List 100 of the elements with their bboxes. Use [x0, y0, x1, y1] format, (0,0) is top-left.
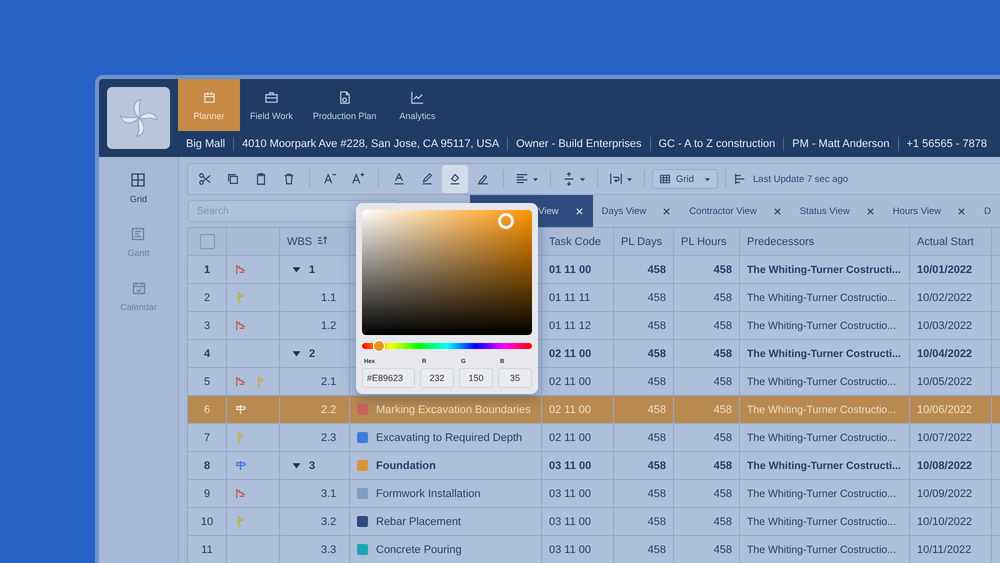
predecessor: The Whiting-Turner Costructio...: [747, 432, 896, 444]
wbs-code: 3: [309, 460, 316, 472]
wbs-code: 2.2: [320, 404, 336, 416]
row-number: 1: [204, 264, 210, 276]
project-info: PM - Matt Anderson: [792, 138, 890, 150]
table-cell: 458: [714, 348, 732, 360]
date-cell: 10/11/2022: [917, 544, 972, 556]
nav-tab[interactable]: Field Work: [240, 79, 303, 131]
table-cell: 458: [714, 488, 732, 500]
task-code: 01 11 12: [549, 320, 592, 332]
table-cell: 458: [714, 264, 732, 276]
task-code: 03 11 00: [549, 488, 592, 500]
project-info: 4010 Moorpark Ave #228, San Jose, CA 95117, USA: [242, 138, 500, 150]
column-header[interactable]: Predecessors: [747, 236, 814, 248]
predecessor: The Whiting-Turner Costructi...: [747, 348, 901, 360]
table-cell: 458: [714, 320, 732, 332]
table-cell: 458: [648, 516, 666, 528]
predecessor: The Whiting-Turner Costructio...: [747, 376, 896, 388]
table-cell: 458: [648, 488, 666, 500]
project-info: Owner - Build Enterprises: [516, 138, 642, 150]
table-cell: 458: [714, 516, 732, 528]
date-cell: 10/07/2022: [917, 432, 972, 444]
task-name: Rebar Placement: [376, 516, 461, 528]
predecessor: The Whiting-Turner Costructi...: [747, 460, 901, 472]
hex-field[interactable]: #E89623: [362, 368, 415, 388]
task-code: 02 11 00: [549, 432, 592, 444]
task-name: Marking Excavation Boundaries: [376, 404, 531, 416]
channel-value-field[interactable]: 150: [459, 368, 493, 388]
table-cell: 458: [714, 432, 732, 444]
table-cell: 458: [648, 292, 666, 304]
table-cell: 458: [714, 460, 732, 472]
date-cell: 10/04/2022: [917, 348, 972, 360]
task-name: Foundation: [376, 460, 436, 472]
project-info: +1 56565 - 7878: [906, 138, 987, 150]
table-cell: 458: [648, 348, 666, 360]
predecessor: The Whiting-Turner Costructio...: [747, 292, 896, 304]
table-cell: 458: [648, 376, 666, 388]
task-name: Excavating to Required Depth: [376, 432, 522, 444]
predecessor: The Whiting-Turner Costructio...: [747, 404, 896, 416]
row-number: 9: [204, 488, 210, 500]
row-number: 3: [204, 320, 210, 332]
column-header[interactable]: WBS: [287, 236, 312, 248]
task-code: 03 11 00: [549, 544, 592, 556]
task-name: Concrete Pouring: [376, 544, 462, 556]
table-cell: 458: [714, 404, 732, 416]
channel-value-field[interactable]: 232: [420, 368, 454, 388]
wbs-code: 1.1: [320, 292, 336, 304]
table-cell: 458: [648, 264, 666, 276]
wbs-code: 1: [309, 264, 316, 276]
predecessor: The Whiting-Turner Costructio...: [747, 516, 896, 528]
view-tab[interactable]: Status View: [790, 195, 884, 227]
table-cell: 458: [714, 376, 732, 388]
wbs-code: 1.2: [320, 320, 336, 332]
date-cell: 10/09/2022: [917, 488, 972, 500]
wbs-code: 3.2: [320, 516, 336, 528]
table-cell: 458: [648, 404, 666, 416]
predecessor: The Whiting-Turner Costructio...: [747, 544, 896, 556]
view-tab[interactable]: Days View: [592, 195, 680, 227]
wbs-code: 2: [309, 348, 316, 360]
row-number: 5: [204, 376, 210, 388]
task-code: 02 11 00: [549, 404, 592, 416]
table-cell: 458: [714, 292, 732, 304]
predecessor: The Whiting-Turner Costructio...: [747, 320, 896, 332]
task-code: 02 11 00: [549, 376, 592, 388]
view-tab[interactable]: Hours View: [884, 195, 976, 227]
date-cell: 10/05/2022: [917, 376, 972, 388]
channel-value-field[interactable]: 35: [498, 368, 532, 388]
task-code: 03 11 00: [549, 460, 592, 472]
predecessor: The Whiting-Turner Costructio...: [747, 488, 896, 500]
date-cell: 10/08/2022: [917, 460, 972, 472]
last-update: Last Update 7 sec ago: [753, 174, 848, 184]
date-cell: 10/10/2022: [917, 516, 972, 528]
row-number: 4: [204, 348, 210, 360]
table-cell: 458: [648, 460, 666, 472]
project-info: GC - A to Z construction: [658, 138, 776, 150]
date-cell: 10/06/2022: [917, 404, 972, 416]
row-number: 10: [200, 516, 214, 528]
row-number: 8: [204, 460, 210, 472]
wbs-code: 3.3: [320, 544, 336, 556]
wbs-code: 3.1: [320, 488, 336, 500]
table-cell: 458: [648, 320, 666, 332]
nav-tab[interactable]: Production Plan: [302, 79, 386, 131]
nav-tab[interactable]: Analytics: [386, 79, 448, 131]
table-cell: 458: [714, 544, 732, 556]
view-tab[interactable]: Contractor View: [680, 195, 791, 227]
date-cell: 10/03/2022: [917, 320, 972, 332]
row-number: 11: [201, 544, 213, 556]
view-tab[interactable]: D: [975, 195, 1000, 227]
sidebar-item[interactable]: Grid: [124, 171, 153, 205]
table-cell: 458: [648, 432, 666, 444]
date-cell: 10/01/2022: [917, 264, 972, 276]
table-cell: 458: [648, 544, 666, 556]
task-code: 01 11 00: [549, 264, 592, 276]
view-select[interactable]: Grid: [652, 169, 718, 189]
wbs-code: 2.1: [320, 376, 336, 388]
date-cell: 10/02/2022: [917, 292, 972, 304]
wbs-code: 2.3: [320, 432, 336, 444]
row-number: 7: [204, 432, 210, 444]
task-code: 03 11 00: [549, 516, 592, 528]
task-code: 02 11 00: [549, 348, 592, 360]
